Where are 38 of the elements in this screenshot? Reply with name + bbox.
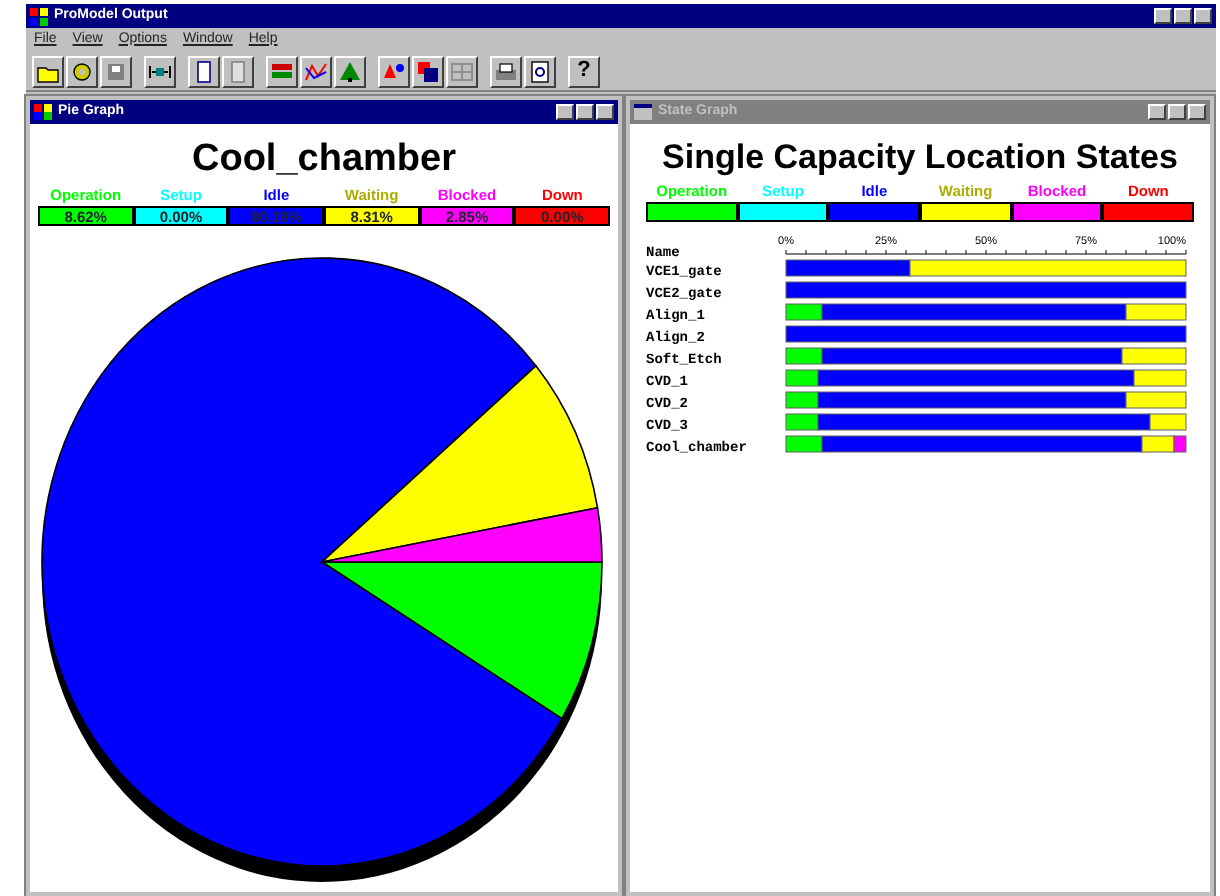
- grid-icon: [450, 59, 474, 83]
- maximize-button[interactable]: [576, 104, 594, 120]
- chart-title: Cool_chamber: [190, 140, 458, 178]
- printer-icon: [494, 59, 518, 83]
- document-icon: [192, 59, 216, 83]
- toolbar-button[interactable]: [144, 55, 176, 87]
- shapes-icon: [382, 59, 406, 83]
- toolbar-button[interactable]: [188, 55, 220, 87]
- line-graph-icon: [304, 59, 328, 83]
- toolbar-button[interactable]: [100, 55, 132, 87]
- close-button[interactable]: [596, 104, 614, 120]
- chart-title: Single Capacity Location States: [660, 140, 1180, 174]
- toolbar-button[interactable]: [334, 55, 366, 87]
- maximize-button[interactable]: [1174, 8, 1192, 24]
- toolbar-button[interactable]: [378, 55, 410, 87]
- toolbar-button[interactable]: [446, 55, 478, 87]
- minimize-button[interactable]: [1154, 8, 1172, 24]
- toolbar-button[interactable]: [490, 55, 522, 87]
- toolbar-button[interactable]: [266, 55, 298, 87]
- maximize-button[interactable]: [1168, 104, 1186, 120]
- close-button[interactable]: [1188, 104, 1206, 120]
- toolbar-button[interactable]: [66, 55, 98, 87]
- toolbar-button[interactable]: [222, 55, 254, 87]
- bars-icon: [270, 59, 294, 83]
- toolbar-button[interactable]: [524, 55, 556, 87]
- minimize-button[interactable]: [556, 104, 574, 120]
- preview-icon: [528, 59, 552, 83]
- app-icon: [30, 7, 48, 25]
- window-icon: [34, 104, 52, 120]
- window-icon: [634, 104, 652, 120]
- document-icon: [226, 59, 250, 83]
- close-button[interactable]: [1194, 8, 1212, 24]
- tree-icon: [338, 59, 362, 83]
- help-button[interactable]: ?: [568, 55, 600, 87]
- toolbar-button[interactable]: [412, 55, 444, 87]
- minimize-button[interactable]: [1148, 104, 1166, 120]
- toolbar-button[interactable]: [32, 55, 64, 87]
- toolbar-button[interactable]: [300, 55, 332, 87]
